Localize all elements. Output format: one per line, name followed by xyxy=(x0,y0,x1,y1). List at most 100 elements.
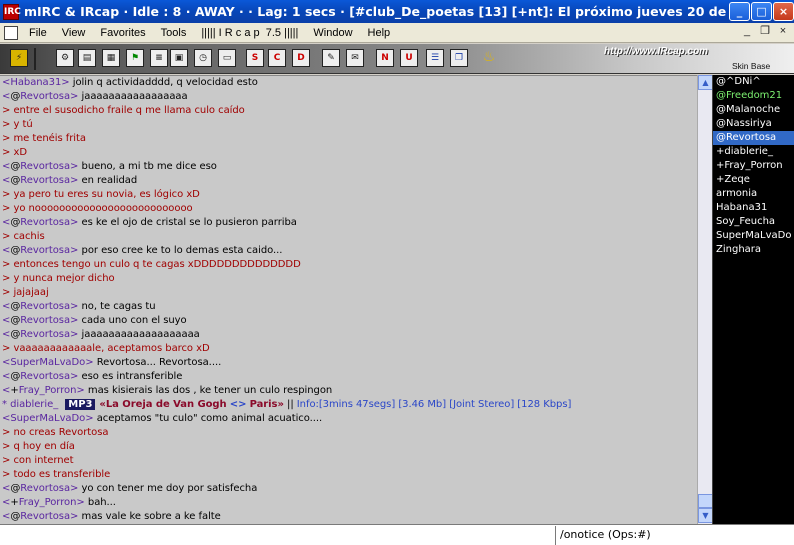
chat-nick[interactable]: <@Revortosa> xyxy=(2,511,78,522)
chat-nick[interactable]: <@Revortosa> xyxy=(2,245,78,256)
menu-bar: File View Favorites Tools ||||| I R c a … xyxy=(0,23,794,43)
message-text: Revortosa... Revortosa.... xyxy=(96,357,222,368)
nick-prefix: @ xyxy=(10,301,21,312)
menu-window[interactable]: Window xyxy=(307,27,361,39)
chat-pane[interactable]: <Habana31> jolin q actividadddd, q veloc… xyxy=(0,75,697,524)
scripts-icon[interactable]: S xyxy=(246,49,264,67)
menu-view[interactable]: View xyxy=(56,27,95,39)
chat-line: <@Revortosa> es ke el ojo de cristal se … xyxy=(0,216,697,230)
chat-nick[interactable]: <SuperMaLvaDo> xyxy=(2,357,94,368)
nick-list-item[interactable]: armonia xyxy=(713,187,794,201)
menu-help[interactable]: Help xyxy=(362,27,400,39)
nick-name: Revortosa xyxy=(20,175,71,186)
scroll-down-arrow-icon[interactable]: ▼ xyxy=(698,508,713,523)
chat-nick[interactable]: <@Revortosa> xyxy=(2,371,78,382)
chat-nick[interactable]: <@Revortosa> xyxy=(2,175,78,186)
mdi-controls: _ ❐ × xyxy=(740,25,790,39)
nick-prefix: + xyxy=(10,385,19,396)
chat-nick[interactable]: <+Fray_Porron> xyxy=(2,497,85,508)
notify-icon[interactable]: ⚑ xyxy=(126,49,144,67)
nick-list-item[interactable]: +Fray_Porron xyxy=(713,159,794,173)
message-text: aceptamos "tu culo" como animal acuatico… xyxy=(96,413,323,424)
mdi-close-button[interactable]: × xyxy=(776,25,790,39)
url-icon[interactable]: U xyxy=(400,49,418,67)
timer-icon[interactable]: ◷ xyxy=(194,49,212,67)
nick-list-item[interactable]: Habana31 xyxy=(713,201,794,215)
minimize-button[interactable]: _ xyxy=(729,2,750,21)
menu-favorites[interactable]: Favorites xyxy=(94,27,154,39)
nick-list-item[interactable]: +Zeqe xyxy=(713,173,794,187)
chat-nick[interactable]: <@Revortosa> xyxy=(2,91,78,102)
menu-tools[interactable]: Tools xyxy=(155,27,196,39)
quote-text: > y nunca mejor dicho xyxy=(2,273,115,284)
chat-nick[interactable]: <@Revortosa> xyxy=(2,329,78,340)
away-icon[interactable]: ♨ xyxy=(480,49,498,67)
channel-window-list-icon[interactable]: ☰ xyxy=(426,49,444,67)
np-close: » xyxy=(277,399,284,410)
nick-list-item[interactable]: SuperMaLvaDo xyxy=(713,229,794,243)
np-actor[interactable]: * diablerie_ xyxy=(2,399,58,410)
options-icon[interactable]: ⚙ xyxy=(56,49,74,67)
address-book-icon[interactable]: ▤ xyxy=(78,49,96,67)
notes-icon[interactable]: ✉ xyxy=(346,49,364,67)
quote-text: > todo es transferible xyxy=(2,469,111,480)
skin-label: Skin Base xyxy=(732,61,771,71)
chat-scrollbar[interactable]: ▲ ▼ xyxy=(697,75,713,524)
scroll-up-arrow-icon[interactable]: ▲ xyxy=(698,75,713,90)
input-bar: /onotice (Ops:#) xyxy=(0,524,794,545)
nick-list-item[interactable]: @Revortosa xyxy=(713,131,794,145)
chat-nick[interactable]: <SuperMaLvaDo> xyxy=(2,413,94,424)
nick-list-item[interactable]: @Freedom21 xyxy=(713,89,794,103)
quote-text: > no creas Revortosa xyxy=(2,427,109,438)
ircap-brand-logo[interactable]: http://www.IRcap.com xyxy=(604,46,708,57)
maximize-button[interactable]: □ xyxy=(751,2,772,21)
nick-name: Revortosa xyxy=(20,329,71,340)
close-button[interactable]: × xyxy=(773,2,794,21)
edit-icon[interactable]: ✎ xyxy=(322,49,340,67)
menu-ircap[interactable]: ||||| I R c a p 7.5 ||||| xyxy=(195,27,307,39)
mirc-app-icon[interactable]: IRC xyxy=(3,3,21,20)
nick-list-item[interactable]: +diablerie_ xyxy=(713,145,794,159)
chat-nick[interactable]: <@Revortosa> xyxy=(2,483,78,494)
chat-nick[interactable]: <+Fray_Porron> xyxy=(2,385,85,396)
nick-prefix: @ xyxy=(10,217,21,228)
chat-nick[interactable]: <@Revortosa> xyxy=(2,315,78,326)
nick-list-item[interactable]: Zinghara xyxy=(713,243,794,257)
colors-icon[interactable]: C xyxy=(268,49,286,67)
dcc-send-icon[interactable]: D xyxy=(292,49,310,67)
channels-list-icon[interactable]: ≡ xyxy=(150,49,168,67)
nick-list-item[interactable]: @^DNi^ xyxy=(713,75,794,89)
menu-file[interactable]: File xyxy=(23,27,56,39)
message-text: es ke el ojo de cristal se lo pusieron p… xyxy=(81,217,297,228)
cascade-windows-icon[interactable]: ❐ xyxy=(450,49,468,67)
chat-nick[interactable]: <@Revortosa> xyxy=(2,161,78,172)
dcc-icon[interactable]: ▦ xyxy=(102,49,120,67)
title-bar: IRC mIRC & IRcap · Idle : 8 · AWAY · · L… xyxy=(0,0,794,23)
scrollbar-thumb[interactable] xyxy=(698,494,713,508)
nick-name: SuperMaLvaDo xyxy=(10,413,86,424)
chat-line: <@Revortosa> no, te cagas tu xyxy=(0,300,697,314)
chat-nick[interactable]: <@Revortosa> xyxy=(2,301,78,312)
quote-text: > cachis xyxy=(2,231,45,242)
mp3-badge: MP3 xyxy=(65,399,96,410)
mdi-restore-button[interactable]: ❐ xyxy=(758,25,772,39)
np-song: La Oreja de Van Gogh xyxy=(105,399,227,410)
chat-input[interactable] xyxy=(0,526,556,545)
nick-list-item[interactable]: @Malanoche xyxy=(713,103,794,117)
mdi-minimize-button[interactable]: _ xyxy=(740,25,754,39)
nick-list[interactable]: @^DNi^ @Freedom21 @Malanoche @Nassiriya @Rev… xyxy=(712,75,794,524)
chat-line: > ya pero tu eres su novia, es lógico xD xyxy=(0,188,697,202)
channel-window-icon[interactable] xyxy=(4,25,18,40)
nick-icon[interactable]: N xyxy=(376,49,394,67)
chat-nick[interactable]: <Habana31> xyxy=(2,77,70,88)
connect-icon[interactable]: ⚡ xyxy=(10,49,28,67)
quote-text: > me tenéis frita xyxy=(2,133,86,144)
nick-list-item[interactable]: @Nassiriya xyxy=(713,117,794,131)
document-icon[interactable]: ▭ xyxy=(218,49,236,67)
message-text: jaaaaaaaaaaaaaaaaa xyxy=(81,91,188,102)
nick-name: Revortosa xyxy=(20,315,71,326)
nick-list-item[interactable]: Soy_Feucha xyxy=(713,215,794,229)
log-icon[interactable]: ▣ xyxy=(170,49,188,67)
nick-prefix: @ xyxy=(10,511,21,522)
chat-nick[interactable]: <@Revortosa> xyxy=(2,217,78,228)
